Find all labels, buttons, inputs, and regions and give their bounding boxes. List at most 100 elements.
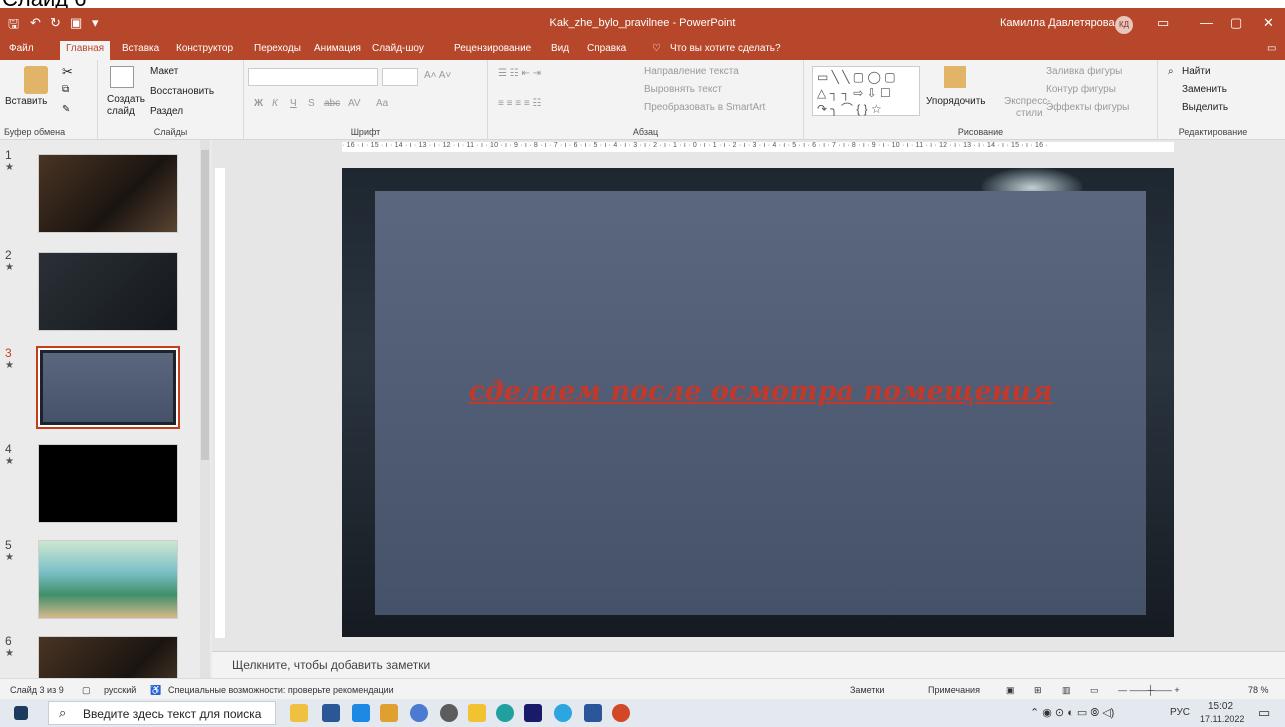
- search-icon: ⌕: [59, 705, 67, 720]
- cut-icon[interactable]: ✂: [62, 64, 73, 80]
- replace-button[interactable]: Заменить: [1182, 84, 1227, 95]
- smartart-button[interactable]: Преобразовать в SmartArt: [644, 102, 765, 113]
- title-bar: 🖫 ↶ ↻ ▣ ▾ Kak_zhe_bylo_pravilnee - Power…: [0, 8, 1285, 38]
- shape-outline-button[interactable]: Контур фигуры: [1046, 84, 1116, 95]
- shape-fill-button[interactable]: Заливка фигуры: [1046, 66, 1122, 77]
- clock-time[interactable]: 15:02: [1208, 701, 1233, 712]
- paste-icon[interactable]: [24, 66, 48, 94]
- section-button[interactable]: Раздел: [150, 106, 183, 117]
- bold-button[interactable]: Ж: [254, 98, 263, 109]
- shapes-gallery[interactable]: ▭ ╲ ╲ ▢ ◯ ▢ △ ┐ ┐ ⇨ ⇩ ☐ ↷ ╮ ⌒ { } ☆: [812, 66, 920, 116]
- start-icon[interactable]: [14, 706, 28, 720]
- page-caption: Слайд 6: [0, 0, 1285, 8]
- sorter-view-icon[interactable]: ⊞: [1034, 685, 1042, 696]
- normal-view-icon[interactable]: ▣: [1006, 685, 1015, 696]
- slide-thumbnail-4[interactable]: [38, 444, 178, 523]
- clock-icon[interactable]: [440, 704, 458, 722]
- shape-effects-button[interactable]: Эффекты фигуры: [1046, 102, 1129, 113]
- ribbon-tabs: Файл Главная Вставка Конструктор Переход…: [0, 38, 1285, 60]
- ribbon-display-icon[interactable]: ▭: [1157, 15, 1169, 31]
- tab-animations[interactable]: Анимация: [314, 43, 361, 54]
- slide-counter: Слайд 3 из 9: [10, 685, 64, 695]
- grow-font-icon[interactable]: A˄ A˅: [424, 70, 451, 81]
- paste-button[interactable]: Вставить: [5, 96, 47, 107]
- tab-design[interactable]: Конструктор: [176, 43, 233, 54]
- font-size-box[interactable]: [382, 68, 418, 86]
- slide-thumbnail-5[interactable]: [38, 540, 178, 619]
- tab-file[interactable]: Файл: [9, 43, 34, 54]
- notes-placeholder[interactable]: Щелкните, чтобы добавить заметки: [232, 658, 430, 672]
- zoom-slider[interactable]: — ——┼—— +: [1118, 685, 1180, 695]
- italic-button[interactable]: К: [272, 98, 278, 109]
- restore-icon[interactable]: ▢: [1230, 15, 1242, 31]
- underline-button[interactable]: Ч: [290, 98, 297, 109]
- notes-pane[interactable]: Щелкните, чтобы добавить заметки: [212, 651, 1285, 678]
- user-name[interactable]: Камилла Давлетярова: [1000, 17, 1115, 29]
- strike-button[interactable]: abc: [324, 98, 340, 109]
- avatar[interactable]: КД: [1115, 16, 1133, 34]
- reading-view-icon[interactable]: ▥: [1062, 685, 1071, 696]
- language-indicator[interactable]: русский: [104, 685, 136, 695]
- thumbnails-scrollbar[interactable]: [200, 140, 210, 678]
- notes-button[interactable]: Заметки: [850, 685, 884, 695]
- tell-me-input[interactable]: Что вы хотите сделать?: [670, 43, 781, 54]
- zoom-level[interactable]: 78 %: [1248, 685, 1269, 695]
- find-button[interactable]: Найти: [1182, 66, 1211, 77]
- format-painter-icon[interactable]: ✎: [62, 104, 70, 115]
- slideshow-view-icon[interactable]: ▭: [1090, 685, 1099, 696]
- text-direction-button[interactable]: Направление текста: [644, 66, 739, 77]
- align-icons[interactable]: ≡ ≡ ≡ ≡ ☷: [498, 98, 541, 109]
- shadow-button[interactable]: S: [308, 98, 315, 109]
- vpn-icon[interactable]: [524, 704, 542, 722]
- tab-insert[interactable]: Вставка: [122, 43, 159, 54]
- input-language[interactable]: РУС: [1170, 707, 1190, 718]
- font-name-box[interactable]: [248, 68, 378, 86]
- spacing-button[interactable]: AV: [348, 98, 361, 109]
- powerpoint-icon[interactable]: [612, 704, 630, 722]
- comments-icon[interactable]: ▭: [1267, 43, 1276, 54]
- case-button[interactable]: Aa: [376, 98, 388, 109]
- tab-home[interactable]: Главная: [60, 41, 111, 60]
- spellcheck-icon[interactable]: ▢: [82, 685, 91, 696]
- close-icon[interactable]: ✕: [1263, 15, 1274, 31]
- file-explorer-icon[interactable]: [290, 704, 308, 722]
- select-button[interactable]: Выделить: [1182, 102, 1228, 113]
- tab-transitions[interactable]: Переходы: [254, 43, 301, 54]
- slide-title-text[interactable]: сделаем после осмотра помещения: [375, 376, 1146, 407]
- telegram-icon[interactable]: [554, 704, 572, 722]
- paragraph-label: Абзац: [632, 127, 659, 137]
- arrange-icon[interactable]: [944, 66, 966, 88]
- browser-icon[interactable]: [410, 704, 428, 722]
- minimize-icon[interactable]: —: [1200, 15, 1213, 30]
- slide-thumbnail-2[interactable]: [38, 252, 178, 331]
- copy-icon[interactable]: ⧉: [62, 84, 69, 95]
- tab-review[interactable]: Рецензирование: [454, 43, 531, 54]
- slide-thumbnail-3[interactable]: [36, 346, 180, 429]
- align-text-button[interactable]: Выровнять текст: [644, 84, 722, 95]
- quick-styles-button[interactable]: Экспресс-: [1004, 96, 1051, 107]
- slide-thumbnail-1[interactable]: [38, 154, 178, 233]
- quick-styles-label: стили: [1016, 108, 1043, 119]
- taskbar-search[interactable]: ⌕ Введите здесь текст для поиска: [48, 701, 276, 725]
- editing-label: Редактирование: [1178, 127, 1248, 137]
- arrange-button[interactable]: Упорядочить: [926, 96, 986, 107]
- bullets-icon[interactable]: ☰ ☷ ⇤ ⇥: [498, 68, 541, 79]
- new-slide-icon[interactable]: [110, 66, 134, 88]
- tray-icons[interactable]: ⌃ ◉ ⊙ ◐ ▭ ⦾ ◁): [1030, 706, 1114, 720]
- tab-help[interactable]: Справка: [587, 43, 626, 54]
- calculator-icon[interactable]: [322, 704, 340, 722]
- reset-button[interactable]: Восстановить: [150, 86, 214, 97]
- layout-button[interactable]: Макет: [150, 66, 178, 77]
- word-icon[interactable]: [584, 704, 602, 722]
- clock-date[interactable]: 17.11.2022: [1200, 714, 1244, 724]
- new-slide-button[interactable]: Создать: [107, 94, 145, 105]
- zoom-app-icon[interactable]: [352, 704, 370, 722]
- tab-view[interactable]: Вид: [551, 43, 569, 54]
- edge-icon[interactable]: [496, 704, 514, 722]
- folder-icon[interactable]: [468, 704, 486, 722]
- accessibility-status[interactable]: Специальные возможности: проверьте реком…: [168, 685, 394, 695]
- tab-slideshow[interactable]: Слайд-шоу: [372, 43, 424, 54]
- comments-button[interactable]: Примечания: [928, 685, 980, 695]
- notifications-icon[interactable]: ▭: [1258, 705, 1270, 721]
- photos-icon[interactable]: [380, 704, 398, 722]
